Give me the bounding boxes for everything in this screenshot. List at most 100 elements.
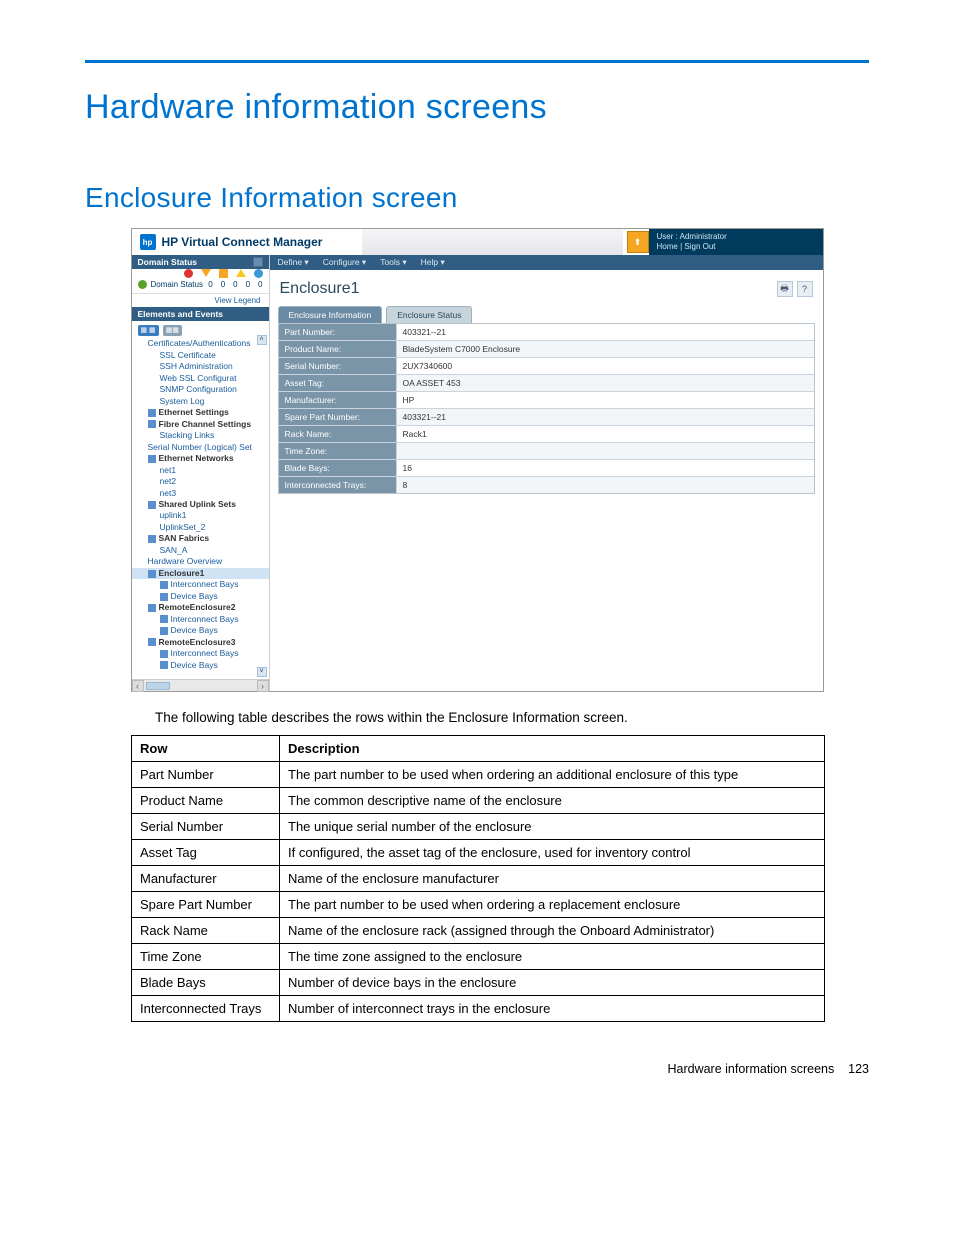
sidebar-head-domain-label: Domain Status — [138, 257, 198, 267]
tree-view-toggle[interactable]: ▦ ▦ ▦▦ — [132, 323, 269, 338]
tree-item[interactable]: SSH Administration — [132, 361, 269, 372]
tree-item[interactable]: System Log — [132, 396, 269, 407]
tab-enclosure-information[interactable]: Enclosure Information — [278, 306, 383, 323]
tree-chip-icon[interactable]: ▦ ▦ — [138, 325, 159, 336]
info-label: Serial Number: — [279, 358, 397, 374]
row-desc: Number of device bays in the enclosure — [280, 970, 825, 996]
tab-enclosure-status[interactable]: Enclosure Status — [386, 306, 472, 323]
tabs: Enclosure Information Enclosure Status — [270, 306, 823, 323]
row-name: Serial Number — [132, 814, 280, 840]
tree-item-label: net3 — [160, 488, 177, 498]
tree-item[interactable]: Interconnect Bays — [132, 579, 269, 590]
tree-item[interactable]: Interconnect Bays — [132, 614, 269, 625]
row-name: Spare Part Number — [132, 892, 280, 918]
view-legend-link[interactable]: View Legend — [132, 293, 269, 307]
tree-item[interactable]: Enclosure1 — [132, 568, 269, 579]
tree-item[interactable]: SAN_A — [132, 545, 269, 556]
tree-item[interactable]: SAN Fabrics — [132, 533, 269, 544]
tree-item-label: UplinkSet_2 — [160, 522, 206, 532]
tree-item[interactable]: Certificates/Authentications — [132, 338, 269, 349]
table-row: Asset TagIf configured, the asset tag of… — [132, 840, 825, 866]
print-button-icon[interactable]: 🖶 — [777, 281, 793, 297]
row-name: Manufacturer — [132, 866, 280, 892]
scroll-down-icon[interactable]: ˅ — [257, 667, 267, 677]
table-row: Rack NameName of the enclosure rack (ass… — [132, 918, 825, 944]
info-label: Blade Bays: — [279, 460, 397, 476]
sidebar: Domain Status Domain Status 0 0 — [132, 255, 270, 691]
table-row: Part NumberThe part number to be used wh… — [132, 762, 825, 788]
tree-item[interactable]: net1 — [132, 465, 269, 476]
tree-node-icon — [148, 604, 156, 612]
sidebar-tree[interactable]: ▦ ▦ ▦▦ ˄ ˅ Certificates/AuthenticationsS… — [132, 321, 269, 691]
tree-item[interactable]: Interconnect Bays — [132, 648, 269, 659]
home-link[interactable]: Home — [657, 242, 678, 251]
tree-chip-icon[interactable]: ▦▦ — [163, 325, 182, 336]
info-row: Product Name:BladeSystem C7000 Enclosure — [279, 341, 814, 358]
info-value: HP — [397, 392, 814, 408]
page-footer: Hardware information screens 123 — [85, 1022, 869, 1076]
tree-item[interactable]: RemoteEnclosure2 — [132, 602, 269, 613]
tree-node-icon — [148, 570, 156, 578]
row-desc: Name of the enclosure manufacturer — [280, 866, 825, 892]
tree-item[interactable]: RemoteEnclosure3 — [132, 637, 269, 648]
tree-item[interactable]: Ethernet Settings — [132, 407, 269, 418]
tree-node-icon — [160, 650, 168, 658]
description-table: Row Description Part NumberThe part numb… — [131, 735, 825, 1022]
tree-item-label: Shared Uplink Sets — [159, 499, 236, 509]
tree-item-label: net2 — [160, 476, 177, 486]
tree-item[interactable]: Ethernet Networks — [132, 453, 269, 464]
tree-item-label: SAN Fabrics — [159, 533, 210, 543]
tree-item[interactable]: Device Bays — [132, 591, 269, 602]
tree-item-label: Interconnect Bays — [171, 614, 239, 624]
main-panel: Define ▾ Configure ▾ Tools ▾ Help ▾ Encl… — [270, 255, 823, 691]
scroll-right-icon[interactable]: › — [257, 680, 269, 692]
tree-item[interactable]: Device Bays — [132, 625, 269, 636]
status-error-icon — [184, 269, 193, 278]
tree-item[interactable]: Stacking Links — [132, 430, 269, 441]
tree-item[interactable]: Device Bays — [132, 660, 269, 671]
tree-item[interactable]: net2 — [132, 476, 269, 487]
sidebar-hscrollbar[interactable]: ‹ › — [132, 679, 269, 691]
tree-item-label: SSH Administration — [160, 361, 233, 371]
info-value — [397, 443, 814, 459]
tree-item[interactable]: net3 — [132, 488, 269, 499]
tree-item[interactable]: SNMP Configuration — [132, 384, 269, 395]
tree-item[interactable]: Fibre Channel Settings — [132, 419, 269, 430]
top-rule — [85, 60, 869, 63]
tree-item-label: Ethernet Networks — [159, 453, 234, 463]
tree-item[interactable]: uplink1 — [132, 510, 269, 521]
tree-item[interactable]: Serial Number (Logical) Set — [132, 442, 269, 453]
help-button-icon[interactable]: ? — [797, 281, 813, 297]
tree-item-label: Serial Number (Logical) Set — [148, 442, 252, 452]
scroll-left-icon[interactable]: ‹ — [132, 680, 144, 692]
info-value: 2UX7340600 — [397, 358, 814, 374]
tree-item[interactable]: Shared Uplink Sets — [132, 499, 269, 510]
signout-link[interactable]: Sign Out — [684, 242, 715, 251]
alert-badge-icon[interactable]: ⬆ — [627, 231, 649, 253]
tree-item[interactable]: Web SSL Configurat — [132, 373, 269, 384]
scroll-up-icon[interactable]: ˄ — [257, 335, 267, 345]
tree-node-icon — [148, 638, 156, 646]
menu-tools[interactable]: Tools ▾ — [380, 257, 406, 268]
user-block: User : Administrator Home | Sign Out — [649, 229, 823, 255]
collapse-icon[interactable] — [253, 257, 263, 267]
scroll-thumb[interactable] — [146, 682, 170, 690]
tree-item[interactable]: SSL Certificate — [132, 350, 269, 361]
menubar: Define ▾ Configure ▾ Tools ▾ Help ▾ — [270, 255, 823, 270]
menu-help[interactable]: Help ▾ — [421, 257, 445, 268]
tree-item[interactable]: UplinkSet_2 — [132, 522, 269, 533]
info-label: Spare Part Number: — [279, 409, 397, 425]
row-desc: The common descriptive name of the enclo… — [280, 788, 825, 814]
footer-label: Hardware information screens — [667, 1062, 834, 1076]
tree-item-label: Device Bays — [171, 625, 218, 635]
tree-node-icon — [148, 455, 156, 463]
menu-configure[interactable]: Configure ▾ — [323, 257, 366, 268]
status-count: 0 — [246, 280, 250, 289]
tree-item-label: Stacking Links — [160, 430, 215, 440]
tree-item[interactable]: Hardware Overview — [132, 556, 269, 567]
menu-define[interactable]: Define ▾ — [278, 257, 309, 268]
table-row: Spare Part NumberThe part number to be u… — [132, 892, 825, 918]
page-title-row: Enclosure1 🖶 ? — [270, 270, 823, 306]
sidebar-head-domain: Domain Status — [132, 255, 269, 269]
table-row: Product NameThe common descriptive name … — [132, 788, 825, 814]
